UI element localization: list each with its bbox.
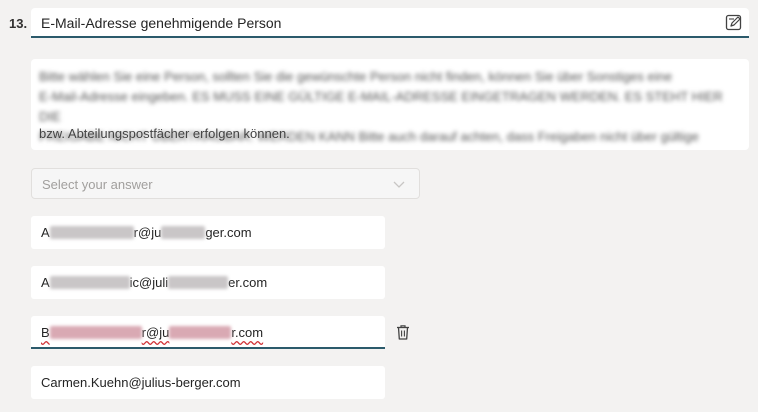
option-field-editing[interactable]: Br@ju r.com — [31, 316, 385, 349]
option-text: Aic@juli er.com — [41, 275, 267, 290]
option-text: Carmen.Kuehn@julius-berger.com — [41, 375, 241, 390]
description-line: E-Mail-Adresse eingeben. ES MUSS EINE GÜ… — [39, 89, 723, 124]
option-text-part: ger.com — [205, 225, 252, 240]
option-text-part: r@ju — [133, 225, 162, 240]
edit-note-icon[interactable] — [725, 14, 743, 32]
redacted-block — [49, 226, 134, 239]
option-text-part: er.com — [228, 275, 268, 290]
option-text-part: ic@juli — [129, 275, 169, 290]
question-description[interactable]: Bitte wählen Sie eine Person, sollten Si… — [31, 59, 749, 150]
dropdown-placeholder: Select your answer — [42, 177, 153, 192]
option-field[interactable]: Carmen.Kuehn@julius-berger.com — [31, 366, 385, 399]
description-line: Bitte wählen Sie eine Person, sollten Si… — [39, 69, 673, 84]
redacted-block — [49, 326, 142, 339]
chevron-down-icon — [393, 181, 405, 188]
answer-dropdown[interactable]: Select your answer — [31, 168, 420, 199]
description-visible-text: bzw. Abteilungspostfächer erfolgen könne… — [39, 126, 290, 141]
option-text: Ar@ju ger.com — [41, 225, 252, 240]
question-title-field[interactable]: E-Mail-Adresse genehmigende Person — [31, 8, 749, 38]
option-text: Br@ju r.com — [41, 325, 263, 340]
option-text-part: r.com — [231, 325, 264, 340]
option-text-part: r@ju — [141, 325, 170, 340]
redacted-block — [168, 276, 229, 289]
redacted-block — [49, 276, 130, 289]
option-field[interactable]: Ar@ju ger.com — [31, 216, 385, 249]
option-text-part: B — [41, 325, 50, 340]
option-text-part: A — [41, 275, 50, 290]
option-field[interactable]: Aic@juli er.com — [31, 266, 385, 299]
trash-icon[interactable] — [394, 323, 412, 341]
redacted-block — [161, 226, 206, 239]
redacted-block — [169, 326, 232, 339]
question-title: E-Mail-Adresse genehmigende Person — [41, 15, 282, 31]
question-number: 13. — [9, 16, 28, 31]
option-text-part: A — [41, 225, 50, 240]
